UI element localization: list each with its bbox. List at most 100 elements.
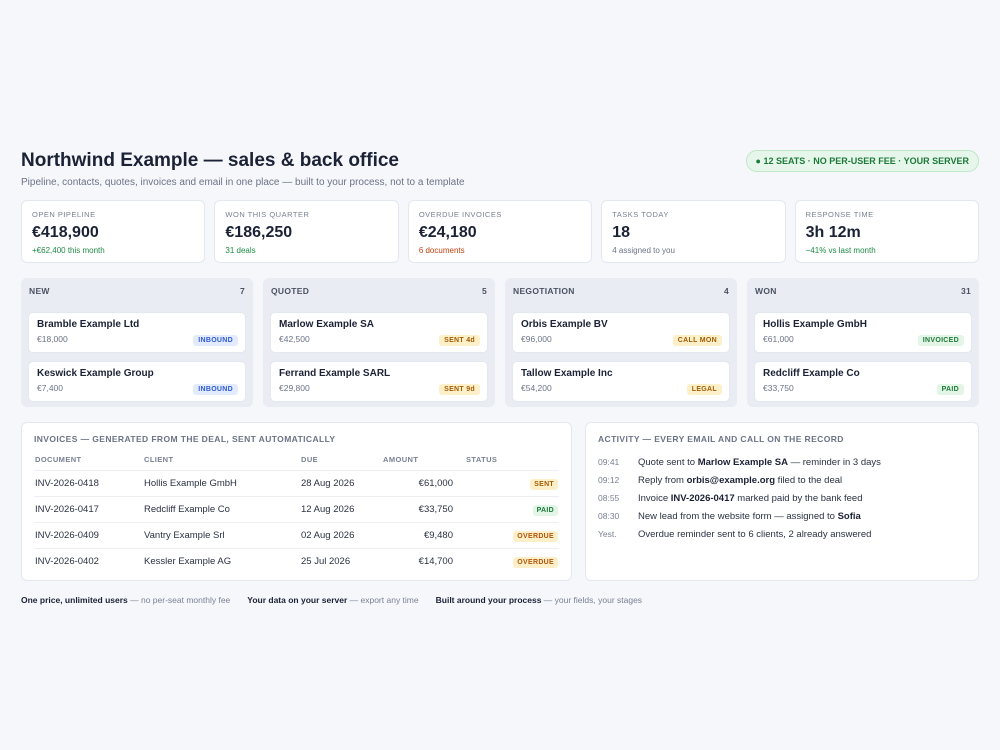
invoice-document: INV-2026-0402: [35, 556, 99, 567]
footer-point-title: One price, unlimited users: [21, 595, 128, 605]
footer-point-text: — export any time: [347, 595, 419, 605]
activity-subject: orbis@example.org: [686, 474, 776, 486]
stat-card[interactable]: RESPONSE TIME 3h 12m −41% vs last month: [794, 200, 980, 263]
column-header: WON 31: [754, 286, 972, 304]
deal-card[interactable]: Marlow Example SA €42,500 SENT 4d: [270, 312, 488, 353]
deal-tag: INBOUND: [193, 384, 238, 395]
page-subtitle: Pipeline, contacts, quotes, invoices and…: [21, 177, 465, 188]
footer-point-text: — your fields, your stages: [541, 595, 643, 605]
column-name: NEGOTIATION: [513, 286, 575, 296]
invoice-due: 12 Aug 2026: [300, 496, 382, 523]
stat-value: 18: [612, 224, 631, 241]
deal-card[interactable]: Tallow Example Inc €54,200 LEGAL: [512, 361, 730, 402]
table-row[interactable]: INV-2026-0417 Redcliff Example Co 12 Aug 2…: [34, 496, 559, 523]
deal-card[interactable]: Ferrand Example SARL €29,800 SENT 9d: [270, 361, 488, 402]
deal-name: Redcliff Example Co: [763, 368, 860, 379]
footer-point: Your data on your server — export any ti…: [247, 595, 418, 605]
stat-label: RESPONSE TIME: [805, 210, 874, 219]
table-row[interactable]: INV-2026-0402 Kessler Example AG 25 Jul 20…: [34, 549, 559, 575]
pipeline-column-negotiation: NEGOTIATION 4 Orbis Example BV €96,000 CALL …: [505, 278, 737, 407]
col-client: CLIENT: [143, 453, 300, 471]
col-status: STATUS: [465, 453, 559, 471]
invoice-amount: €14,700: [418, 556, 453, 567]
stats-row: OPEN PIPELINE €418,900 +€62,400 this month…: [21, 200, 980, 263]
col-document: DOCUMENT: [34, 453, 143, 471]
deal-card[interactable]: Keswick Example Group €7,400 INBOUND: [28, 361, 246, 402]
invoices-table: DOCUMENT CLIENT DUE AMOUNT STATUS INV-20…: [34, 453, 559, 574]
invoice-status-cell: OVERDUE: [465, 522, 559, 549]
col-due: DUE: [300, 453, 382, 471]
stat-note: 31 deals: [225, 246, 256, 255]
footer-point-title: Built around your process: [435, 595, 542, 605]
activity-list: 09:41 Quote sent to Marlow Example SA — r…: [598, 453, 966, 543]
activity-item: 08:55 Invoice INV-2026-0417 marked paid b…: [598, 489, 966, 507]
stat-label: WON THIS QUARTER: [225, 210, 310, 219]
column-header: NEGOTIATION 4: [512, 286, 730, 304]
deal-tag: INVOICED: [917, 335, 964, 346]
deal-name: Tallow Example Inc: [521, 368, 613, 379]
activity-text-pre: Overdue reminder sent to 6 clients, 2 al…: [638, 528, 872, 540]
invoice-amount: €33,750: [382, 496, 465, 523]
activity-panel: ACTIVITY — EVERY EMAIL AND CALL ON THE R…: [585, 422, 979, 581]
deal-card[interactable]: Orbis Example BV €96,000 CALL MON: [512, 312, 730, 353]
deal-tag: INBOUND: [193, 335, 238, 346]
column-header: QUOTED 5: [270, 286, 488, 304]
deal-card[interactable]: Bramble Example Ltd €18,000 INBOUND: [28, 312, 246, 353]
deal-card[interactable]: Redcliff Example Co €33,750 PAID: [754, 361, 972, 402]
stat-label: OPEN PIPELINE: [32, 210, 96, 219]
stat-card[interactable]: WON THIS QUARTER €186,250 31 deals: [214, 200, 399, 263]
activity-text: New lead from the website form — assigne…: [638, 511, 861, 522]
deal-name: Keswick Example Group: [37, 368, 154, 379]
activity-text-post: filed to the deal: [775, 474, 843, 486]
invoice-client: Redcliff Example Co: [143, 496, 300, 523]
stat-note: +€62,400 this month: [32, 246, 105, 255]
deal-amount: €33,750: [763, 383, 794, 393]
activity-item: 09:12 Reply from orbis@example.org filed …: [598, 471, 966, 489]
deal-card[interactable]: Hollis Example GmbH €61,000 INVOICED: [754, 312, 972, 353]
activity-text-pre: Quote sent to: [638, 456, 698, 468]
activity-title: ACTIVITY — EVERY EMAIL AND CALL ON THE R…: [598, 434, 844, 444]
table-row[interactable]: INV-2026-0418 Hollis Example GmbH 28 Aug 2…: [34, 470, 559, 497]
column-count: 7: [239, 286, 245, 296]
stat-card[interactable]: OVERDUE INVOICES €24,180 6 documents: [407, 200, 593, 263]
invoice-document: INV-2026-0418: [34, 470, 143, 497]
stat-value: €24,180: [418, 224, 477, 241]
activity-subject: Marlow Example SA: [697, 456, 788, 468]
activity-item: 08:30 New lead from the website form — as…: [598, 507, 966, 525]
page-wrapper: Northwind Example — sales & back office …: [21, 150, 980, 605]
deal-name: Marlow Example SA: [279, 319, 375, 330]
invoices-title: INVOICES — GENERATED FROM THE DEAL, SENT…: [34, 434, 336, 444]
deal-name: Hollis Example GmbH: [763, 319, 867, 330]
column-count: 5: [481, 286, 487, 296]
invoice-document: INV-2026-0417: [34, 496, 143, 523]
invoice-due: 02 Aug 2026: [300, 522, 382, 549]
activity-subject: Sofia: [837, 510, 861, 522]
invoice-document: INV-2026-0409: [34, 522, 143, 549]
activity-text: Quote sent to Marlow Example SA — remind…: [638, 457, 881, 468]
stat-card[interactable]: OPEN PIPELINE €418,900 +€62,400 this month: [21, 200, 206, 263]
invoice-amount: €61,000: [382, 470, 465, 497]
activity-time: 08:30: [598, 511, 620, 521]
status-badge: SENT: [530, 479, 558, 490]
invoice-amount: €9,480: [382, 522, 465, 549]
invoices-header-row: DOCUMENT CLIENT DUE AMOUNT STATUS: [34, 453, 559, 471]
footer: One price, unlimited users — no per-seat…: [21, 595, 979, 605]
stat-card[interactable]: TASKS TODAY 18 4 assigned to you: [601, 200, 786, 263]
activity-time: Yest.: [598, 529, 617, 539]
invoice-client: Hollis Example GmbH: [143, 470, 300, 497]
column-name: WON: [755, 286, 777, 296]
activity-time: 08:55: [598, 493, 620, 503]
footer-point: Built around your process — your fields,…: [436, 595, 642, 605]
activity-item: 09:41 Quote sent to Marlow Example SA — r…: [598, 453, 966, 471]
status-badge: OVERDUE: [513, 557, 558, 568]
stat-value: €186,250: [225, 224, 293, 241]
stat-value: €418,900: [32, 224, 99, 241]
table-row[interactable]: INV-2026-0409 Vantry Example Srl 02 Aug 20…: [34, 522, 559, 549]
invoice-client: Kessler Example AG: [144, 556, 232, 567]
col-amount: AMOUNT: [382, 453, 465, 471]
stat-note: 4 assigned to you: [612, 246, 675, 255]
pipeline-column-won: WON 31 Hollis Example GmbH €61,000 INVOICED R…: [747, 278, 979, 407]
stat-value: 3h 12m: [805, 224, 861, 241]
page-header: Northwind Example — sales & back office …: [21, 150, 979, 200]
deal-name: Orbis Example BV: [521, 319, 608, 330]
